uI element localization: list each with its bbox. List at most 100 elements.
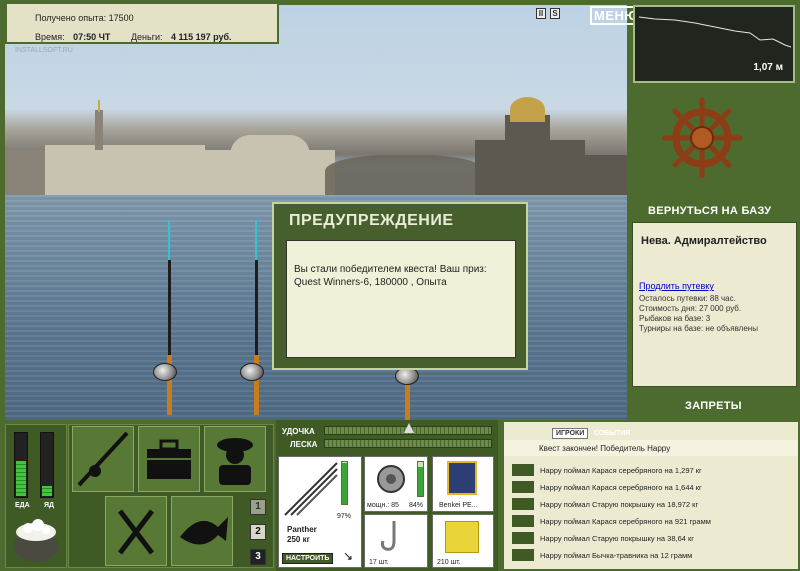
fisherman-icon [217,438,253,485]
rod-condition-bar [341,461,348,505]
rod-tension-label: УДОЧКА [282,427,315,436]
slot-1-button[interactable]: 1 [250,499,266,515]
food-bar [14,432,28,498]
list-item: Happy поймал Карася серебряного на 1,644… [540,483,702,492]
tackle-slot[interactable] [72,426,134,492]
hook-slot[interactable]: 17 шт. [364,514,428,568]
fish-icon [512,515,534,527]
hook-icon [380,521,396,551]
ship-wheel-icon[interactable] [662,98,742,178]
pause-icon[interactable]: II [536,8,546,19]
tab-players[interactable]: ИГРОКИ [552,428,589,439]
fork-knife-icon [118,509,154,555]
line-slot[interactable]: Benkei PE... [432,456,494,512]
building [585,155,627,195]
setup-button[interactable]: НАСТРОИТЬ [282,553,334,564]
spire-tip [98,100,100,112]
reel-icon [240,363,264,381]
rod-weight: 250 кг [287,535,310,544]
arrow-icon: ↘ [343,549,354,563]
rod-percent: 97% [337,513,352,520]
day-cost: Стоимость дня: 27 000 руб. [639,304,742,313]
fishers-at-base: Рыбаков на базе: 3 [639,314,711,323]
golden-dome [510,97,545,122]
fishing-rod-2[interactable] [253,220,259,415]
list-item: Happy поймал Бычка-травника на 12 грамм [540,551,693,560]
fish-icon [512,481,534,493]
events-tabbar [504,422,798,439]
exp-label: Получено опыта: [35,13,107,23]
list-item: Happy поймал Карася серебряного на 1,297… [540,466,702,475]
bait-icon [445,521,479,553]
line-tension-label: ЛЕСКА [290,440,318,449]
depth-value: 1,07 м [753,62,783,73]
fisherman-slot[interactable] [204,426,266,492]
fish-slot[interactable] [171,496,233,566]
list-item: Happy поймал Старую покрышку на 18,972 к… [540,500,699,509]
tab-events[interactable]: СОБЫТИЯ [591,429,634,438]
food-slot[interactable] [105,496,167,566]
permit-remaining: Осталось путевки: 88 час. [639,294,736,303]
tournaments-info: Турниры на базе: не объявлены [639,324,758,333]
dialog-title: ПРЕДУПРЕЖДЕНИЕ [289,212,454,229]
fish-icon [180,517,228,545]
tension-marker-icon [404,423,414,433]
fish-icon [512,464,534,476]
reel-icon [153,363,177,381]
admiralty-spire [95,110,103,150]
money-value: 4 115 197 руб. [171,32,232,42]
bait-slot[interactable]: 210 шт. [432,514,494,568]
list-item: Happy поймал Карася серебряного на 921 г… [540,517,711,526]
line-name: Benkei PE... [439,502,478,509]
events-panel: ИГРОКИ СОБЫТИЯ Квест закончен! Победител… [502,420,800,571]
list-item: Happy поймал Старую покрышку на 38,64 кг [540,534,695,543]
quest-finished-line: Квест закончен! Победитель Happy [539,444,671,453]
bait-count: 210 шт. [437,559,461,566]
tackle-box-icon [147,439,191,479]
time-value: 07:50 ЧТ [73,32,111,42]
location-title: Нева. Адмиралтейство [641,235,767,247]
slot-3-button[interactable]: 3 [250,549,266,565]
tackle-panel: УДОЧКА ЛЕСКА 97% Panther 250 кг НАСТРОИТ… [276,420,498,571]
line-spool-icon [447,461,477,495]
exp-value: 17500 [108,13,134,23]
slot-2-button[interactable]: 2 [250,524,266,540]
admiralty-building [45,145,205,195]
depth-profile: 1,07 м [633,5,795,83]
player-info-panel: Получено опыта: 17500 Время: 07:50 ЧТ Де… [5,2,279,44]
poison-label: ЯД [44,502,55,509]
rod-reel-icon [77,431,129,487]
dialog-message: Вы стали победителем квеста! Ваш приз: Q… [286,240,516,358]
bans-button[interactable]: ЗАПРЕТЫ [685,400,742,412]
fish-icon [512,532,534,544]
rod-icon [284,462,338,516]
food-label: ЕДА [15,502,30,509]
trees [325,155,485,195]
line-tension-bar [324,439,492,448]
reel-icon [377,465,405,493]
food-pot-icon[interactable] [10,512,62,564]
warning-dialog[interactable]: ПРЕДУПРЕЖДЕНИЕ Вы стали победителем квес… [272,202,528,370]
reel-condition-bar [417,461,424,497]
reel-percent: 84% [409,502,424,509]
sound-icon[interactable]: S [550,8,560,19]
return-to-base-button[interactable]: ВЕРНУТЬСЯ НА БАЗУ [648,205,771,217]
hooks-count: 17 шт. [369,559,389,566]
watermark: INSTALLSOFT.RU [15,47,73,54]
rod-name: Panther [287,525,317,534]
fish-icon [512,498,534,510]
building [5,150,45,195]
money-label: Деньги: [130,32,163,42]
fish-icon [512,549,534,561]
fishing-rod-1[interactable] [166,220,172,415]
poison-bar [40,432,54,498]
time-label: Время: [35,32,65,42]
extend-permit-link[interactable]: Продлить путевку [639,281,714,291]
reel-power: мощн.: 85 [367,502,399,509]
building [205,150,335,195]
tackle-box-slot[interactable] [138,426,200,492]
reel-slot[interactable]: мощн.: 85 84% [364,456,428,512]
dome [230,135,310,155]
rod-slot[interactable]: 97% Panther 250 кг НАСТРОИТЬ ↘ [278,456,362,568]
cathedral [475,140,585,195]
